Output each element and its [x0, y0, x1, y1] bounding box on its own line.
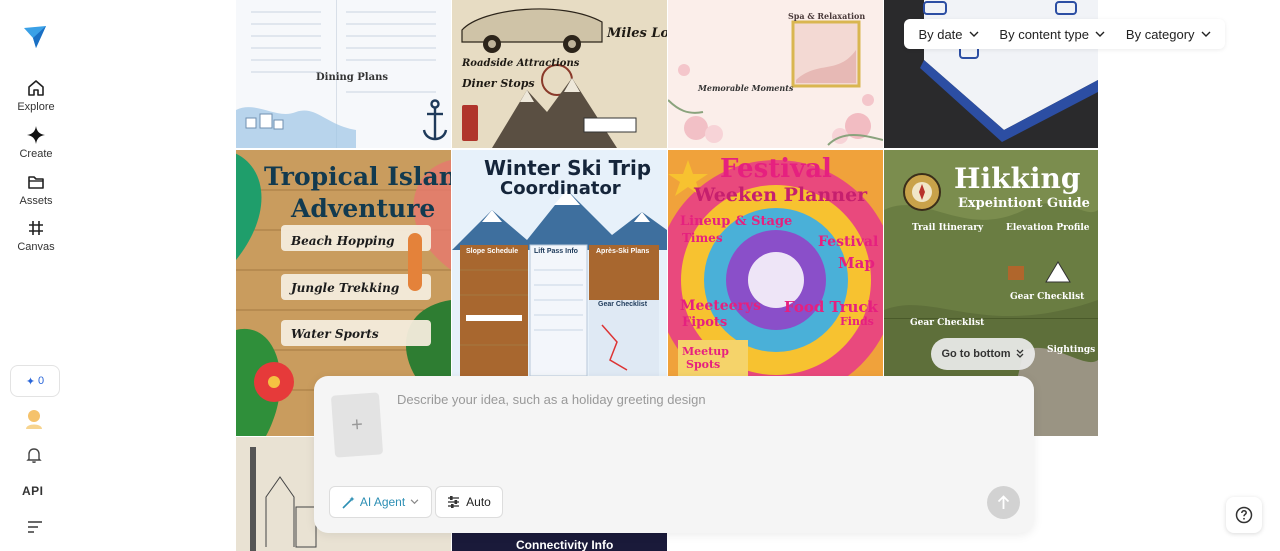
- home-icon: [28, 80, 44, 96]
- hiking-h5: Sightings: [1047, 345, 1096, 355]
- credits-badge[interactable]: ✦ 0: [10, 365, 60, 397]
- ski-col3: Après-Ski Plans: [596, 248, 650, 255]
- nav-create[interactable]: Create: [0, 125, 72, 160]
- prompt-panel: + Describe your idea, such as a holiday …: [314, 376, 1034, 533]
- help-button[interactable]: [1226, 497, 1262, 533]
- avatar[interactable]: [24, 408, 44, 430]
- frame-icon: [29, 221, 43, 235]
- sidebar: Explore Create Assets Canvas ✦ 0 API: [0, 0, 72, 551]
- filter-bar: By date By content type By category: [904, 19, 1225, 49]
- hiking-h1: Trail Itinerary: [912, 223, 984, 233]
- credits-count: 0: [38, 375, 45, 387]
- auto-label: Auto: [466, 495, 491, 509]
- menu-icon[interactable]: [27, 519, 43, 533]
- ai-agent-select[interactable]: AI Agent: [329, 486, 432, 518]
- festival-title1: Festival: [720, 154, 832, 184]
- dining-title: Dining Plans: [316, 72, 388, 83]
- sliders-icon: [448, 496, 460, 508]
- festival-l9: Meetup: [682, 345, 729, 358]
- chevron-down-icon: [1095, 31, 1105, 37]
- festival-l1: Lineup & Stage: [680, 214, 793, 229]
- nav-canvas[interactable]: Canvas: [0, 218, 72, 253]
- ski-title2: Coordinator: [500, 178, 621, 199]
- auto-settings-button[interactable]: Auto: [435, 486, 503, 518]
- spa-illustration: [668, 20, 883, 146]
- gallery-card-dining-plans[interactable]: Dining Plans: [236, 0, 451, 148]
- filter-by-date-label: By date: [918, 26, 963, 42]
- gallery-card-connectivity[interactable]: Connectivity Info: [452, 532, 667, 551]
- hiking-h3: Gear Checklist: [1010, 292, 1085, 302]
- tropical-item3: Water Sports: [291, 327, 379, 341]
- go-to-bottom-button[interactable]: Go to bottom: [931, 338, 1035, 370]
- question-icon: [1235, 506, 1253, 524]
- plus-icon: +: [350, 413, 364, 436]
- send-button[interactable]: [987, 486, 1020, 519]
- chevron-down-icon: [1201, 31, 1211, 37]
- nav-create-label: Create: [19, 148, 53, 160]
- sparkle-icon: [27, 126, 45, 144]
- prompt-input[interactable]: Describe your idea, such as a holiday gr…: [397, 392, 706, 407]
- miles-line1: Roadside Attractions: [462, 58, 580, 69]
- nav-explore[interactable]: Explore: [0, 78, 72, 113]
- nav-assets-label: Assets: [19, 195, 53, 207]
- festival-l7: Food Truck: [784, 298, 878, 316]
- chevron-down-icon: [969, 31, 979, 37]
- gallery-card-spa-relaxation[interactable]: Spa & Relaxation Memorable Moments: [668, 0, 883, 148]
- go-to-bottom-label: Go to bottom: [941, 348, 1011, 360]
- spa-title: Spa & Relaxation: [788, 11, 866, 21]
- miles-title: Miles Log: [607, 26, 667, 41]
- tropical-title2: Adventure: [291, 194, 436, 223]
- bell-icon[interactable]: [25, 446, 43, 464]
- festival-l4: Map: [838, 254, 875, 272]
- filter-by-category[interactable]: By category: [1126, 27, 1211, 42]
- folder-icon: [28, 176, 44, 189]
- nav-assets[interactable]: Assets: [0, 172, 72, 207]
- hiking-title2: Expeintiont Guide: [958, 196, 1090, 211]
- festival-l3: Festival: [818, 234, 879, 250]
- filter-by-category-label: By category: [1125, 26, 1195, 42]
- gallery-card-festival-planner[interactable]: Festival Weeken Planner Lineup & Stage T…: [668, 150, 883, 376]
- miles-line2: Diner Stops: [462, 77, 535, 90]
- double-chevron-down-icon: [1016, 349, 1023, 358]
- magic-wand-icon: [342, 496, 355, 509]
- filter-by-content-type-label: By content type: [999, 26, 1090, 42]
- festival-l8: Finds: [840, 315, 874, 328]
- miles-illustration: [461, 8, 637, 148]
- nav-explore-label: Explore: [17, 101, 55, 113]
- gallery-card-miles-log[interactable]: Miles Log Roadside Attractions Diner Sto…: [452, 0, 667, 148]
- ai-agent-label: AI Agent: [359, 495, 406, 509]
- hiking-h2: Elevation Profile: [1006, 223, 1090, 233]
- ski-col2: Lift Pass Info: [534, 248, 578, 255]
- gallery-card-winter-ski[interactable]: Winter Ski Trip Coordinator Slope Schedu…: [452, 150, 667, 376]
- festival-l6: Fipots: [682, 315, 728, 330]
- sparkle-small-icon: ✦: [25, 375, 36, 388]
- festival-l5: Meeteerys: [680, 298, 761, 314]
- tropical-item2: Jungle Trekking: [291, 281, 400, 295]
- upload-image-button[interactable]: +: [330, 392, 384, 458]
- ski-col4: Gear Checklist: [598, 301, 648, 308]
- app-logo[interactable]: [22, 24, 48, 50]
- filter-by-date[interactable]: By date: [918, 26, 979, 42]
- tropical-title1: Tropical Island: [264, 162, 451, 191]
- hiking-title1: Hikking: [954, 162, 1081, 195]
- arrow-up-icon: [997, 495, 1010, 509]
- tropical-item1: Beach Hopping: [291, 234, 395, 248]
- connectivity-title: Connectivity Info: [516, 538, 614, 551]
- festival-l10: Spots: [686, 358, 721, 371]
- festival-l2: Times: [682, 231, 723, 245]
- spa-line1: Memorable Moments: [698, 83, 794, 93]
- hiking-h4: Gear Checklist: [910, 318, 985, 328]
- festival-title2: Weeken Planner: [694, 184, 868, 206]
- filter-by-content-type[interactable]: By content type: [999, 27, 1105, 42]
- ski-title1: Winter Ski Trip: [484, 156, 652, 180]
- api-link[interactable]: API: [22, 484, 44, 498]
- ski-col1: Slope Schedule: [466, 248, 519, 255]
- chevron-down-icon: [410, 499, 419, 505]
- nav-canvas-label: Canvas: [17, 241, 55, 253]
